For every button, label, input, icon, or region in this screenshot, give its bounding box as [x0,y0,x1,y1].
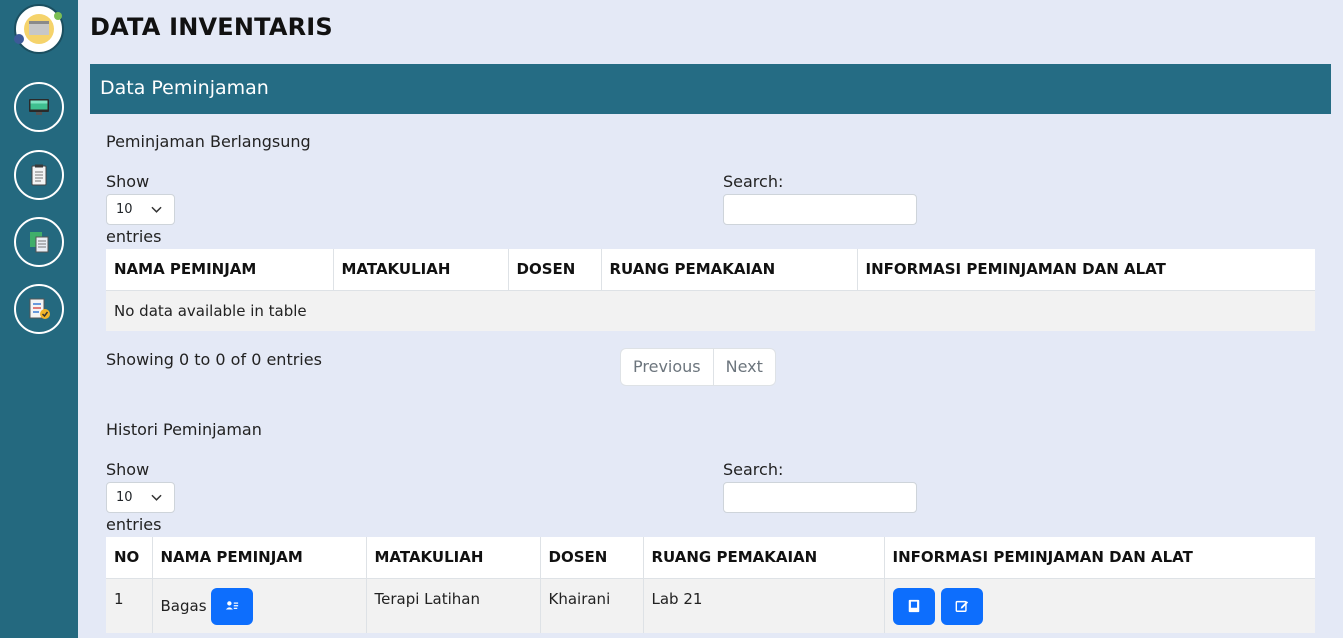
borrower-cell: Bagas [152,578,367,633]
sidebar [0,0,78,638]
entries-select[interactable]: 10 [106,482,175,513]
table-row: 1 Bagas Terapi Latihan Khairani Lab 21 [106,578,1315,633]
course-cell: Terapi Latihan [366,578,541,633]
column-header[interactable]: DOSEN [540,537,644,579]
history-table: NO NAMA PEMINJAM MATAKULIAH DOSEN RUANG … [106,537,1315,633]
view-detail-button[interactable] [892,587,935,625]
chevron-down-icon [151,206,162,213]
column-header[interactable]: NAMA PEMINJAM [152,537,367,579]
previous-button[interactable]: Previous [621,349,714,385]
search-input[interactable] [723,482,917,513]
edit-icon [955,600,969,612]
checklist-icon [29,298,50,319]
logo-building [29,21,49,35]
monitor-icon [29,99,49,115]
chevron-down-icon [151,494,162,501]
id-card-icon [226,600,239,609]
entries-label: entries [106,227,162,246]
table-header-row: NO NAMA PEMINJAM MATAKULIAH DOSEN RUANG … [106,537,1315,579]
nav-clipboard-button[interactable] [14,150,64,200]
borrower-info-button[interactable] [211,587,254,625]
documents-icon [30,232,49,253]
nav-checklist-button[interactable] [14,284,64,334]
history-title: Histori Peminjaman [106,420,262,439]
logo-dot [14,34,24,44]
entries-select-value: 10 [116,202,133,217]
column-header[interactable]: NAMA PEMINJAM [106,249,334,291]
active-loans-title: Peminjaman Berlangsung [106,132,311,151]
search-label: Search: [723,172,784,191]
column-header[interactable]: INFORMASI PEMINJAMAN DAN ALAT [884,537,1315,579]
lecturer-cell: Khairani [540,578,644,633]
column-header[interactable]: MATAKULIAH [366,537,541,579]
column-header[interactable]: MATAKULIAH [333,249,509,291]
row-number: 1 [106,578,153,633]
entries-select[interactable]: 10 [106,194,175,225]
column-header[interactable]: NO [106,537,153,579]
book-icon [908,599,919,612]
loan-info-cell [884,578,1315,633]
show-label: Show [106,460,150,479]
show-label: Show [106,172,150,191]
clipboard-icon [31,164,47,186]
next-button[interactable]: Next [714,349,775,385]
search-label: Search: [723,460,784,479]
nav-documents-button[interactable] [14,217,64,267]
column-header[interactable]: RUANG PEMAKAIAN [601,249,858,291]
entries-select-value: 10 [116,490,133,505]
table-row: No data available in table [106,290,1315,331]
edit-button[interactable] [941,587,984,625]
search-input[interactable] [723,194,917,225]
panel-header: Data Peminjaman [90,64,1331,114]
nav-monitor-button[interactable] [14,82,64,132]
column-header[interactable]: RUANG PEMAKAIAN [643,537,885,579]
panel-title: Data Peminjaman [100,77,269,99]
table-header-row: NAMA PEMINJAM MATAKULIAH DOSEN RUANG PEM… [106,249,1315,291]
borrower-name: Bagas [160,596,207,615]
column-header[interactable]: DOSEN [508,249,602,291]
room-cell: Lab 21 [643,578,885,633]
active-loans-table: NAMA PEMINJAM MATAKULIAH DOSEN RUANG PEM… [106,249,1315,331]
column-header[interactable]: INFORMASI PEMINJAMAN DAN ALAT [857,249,1315,291]
table-info-text: Showing 0 to 0 of 0 entries [106,350,322,369]
entries-label: entries [106,515,162,534]
page-title: DATA INVENTARIS [90,13,333,41]
pagination: Previous Next [620,348,776,386]
logo-dot [54,12,62,20]
empty-table-cell: No data available in table [106,290,1315,331]
